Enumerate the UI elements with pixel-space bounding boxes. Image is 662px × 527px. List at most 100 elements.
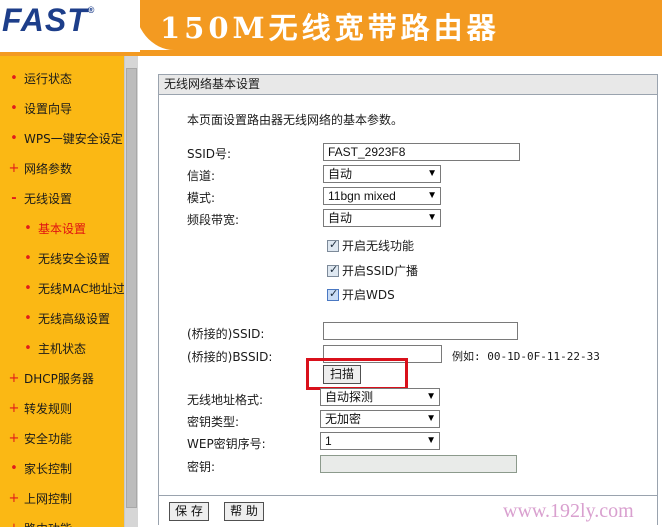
ssid-label: SSID号: [187, 147, 232, 161]
expand-icon: + [8, 400, 20, 416]
enable-ssid-broadcast-checkbox[interactable] [327, 263, 339, 277]
mode-label: 模式: [187, 191, 216, 205]
product-title: 150M无线宽带路由器 [160, 11, 500, 45]
bullet-icon: • [24, 280, 32, 296]
save-button[interactable]: 保 存 [169, 502, 209, 521]
sidebar-item[interactable]: • 无线安全设置 [0, 246, 110, 270]
enable-ssid-broadcast-option[interactable]: 开启SSID广播 [327, 262, 418, 279]
panel-title: 无线网络基本设置 [159, 75, 657, 95]
enable-wds-label: 开启WDS [342, 288, 395, 302]
dropdown-arrow-icon: ▼ [426, 391, 436, 402]
dropdown-arrow-icon: ▼ [427, 168, 437, 179]
sidebar-item[interactable]: • WPS一键安全设定 [0, 126, 123, 150]
sidebar-item[interactable]: - 无线设置 [0, 186, 72, 210]
sidebar-item[interactable]: + 网络参数 [0, 156, 72, 180]
logo-text: FAST® [2, 2, 96, 38]
sidebar-item[interactable]: + 转发规则 [0, 396, 72, 420]
enable-ssid-broadcast-label: 开启SSID广播 [342, 264, 419, 278]
bandwidth-label: 频段带宽: [187, 213, 240, 227]
bullet-icon: • [10, 130, 18, 146]
bridge-bssid-label: (桥接的)BSSID: [187, 350, 273, 364]
key-type-select-value: 无加密 [325, 412, 362, 426]
ssid-input[interactable]: FAST_2923F8 [323, 143, 520, 161]
addr-format-select-value: 自动探测 [325, 390, 374, 404]
enable-wds-option[interactable]: 开启WDS [327, 286, 395, 303]
enable-wireless-label: 开启无线功能 [342, 239, 415, 253]
bandwidth-select[interactable]: 自动 ▼ [323, 209, 441, 227]
sidebar-item-label: 上网控制 [24, 491, 73, 506]
sidebar: • 运行状态 • 设置向导 • WPS一键安全设定 + 网络参数 - 无线设置 • 基本设置 • 无线安全… [0, 56, 124, 527]
bullet-icon: • [24, 220, 32, 236]
key-input[interactable] [320, 455, 517, 473]
wep-index-select-value: 1 [325, 434, 332, 448]
sidebar-item-label: 主机状态 [38, 341, 87, 356]
bullet-icon: • [24, 250, 32, 266]
sidebar-item-label: 无线安全设置 [38, 251, 111, 266]
sidebar-item[interactable]: • 主机状态 [0, 336, 86, 360]
sidebar-item-label: 转发规则 [24, 401, 73, 416]
sidebar-item[interactable]: + 上网控制 [0, 486, 72, 510]
key-type-label: 密钥类型: [187, 415, 240, 429]
bullet-icon: • [10, 100, 18, 116]
bullet-icon: • [24, 310, 32, 326]
sidebar-item-label: 无线设置 [24, 191, 73, 206]
dropdown-arrow-icon: ▼ [427, 190, 437, 201]
scrollbar-thumb[interactable] [126, 68, 137, 508]
header: FAST® 150M无线宽带路由器 [0, 0, 662, 54]
expand-icon: + [8, 370, 20, 386]
logo: FAST® [0, 0, 140, 52]
help-button[interactable]: 帮 助 [224, 502, 264, 521]
sidebar-item[interactable]: • 运行状态 [0, 66, 72, 90]
wep-index-label: WEP密钥序号: [187, 437, 266, 451]
addr-format-label: 无线地址格式: [187, 393, 264, 407]
enable-wireless-option[interactable]: 开启无线功能 [327, 237, 414, 254]
main-content: 无线网络基本设置 本页面设置路由器无线网络的基本参数。 SSID号: FAST_… [138, 56, 662, 527]
expand-icon: + [8, 490, 20, 506]
sidebar-item-label: 网络参数 [24, 161, 73, 176]
key-label: 密钥: [187, 460, 216, 474]
bullet-icon: • [10, 460, 18, 476]
expand-icon: + [8, 521, 20, 527]
bandwidth-select-value: 自动 [328, 211, 353, 225]
sidebar-item-label: WPS一键安全设定 [24, 131, 123, 146]
sidebar-item[interactable]: + 路由功能 [0, 516, 72, 527]
dropdown-arrow-icon: ▼ [427, 212, 437, 223]
sidebar-item[interactable]: + 安全功能 [0, 426, 72, 450]
sidebar-item[interactable]: • 家长控制 [0, 456, 72, 480]
collapse-icon: - [11, 190, 17, 206]
sidebar-item-label: 无线MAC地址过滤 [38, 281, 124, 296]
sidebar-item-label: 安全功能 [24, 431, 73, 446]
sidebar-item[interactable]: + DHCP服务器 [0, 366, 94, 390]
key-type-select[interactable]: 无加密 ▼ [320, 410, 440, 428]
wep-index-select[interactable]: 1 ▼ [320, 432, 440, 450]
dropdown-arrow-icon: ▼ [426, 413, 436, 424]
enable-wds-checkbox[interactable] [327, 287, 339, 301]
sidebar-item-label: DHCP服务器 [24, 371, 94, 386]
sidebar-item-label: 基本设置 [38, 221, 87, 236]
channel-select[interactable]: 自动 ▼ [323, 165, 441, 183]
sidebar-item-label: 设置向导 [24, 101, 73, 116]
watermark: www.192ly.com [503, 500, 634, 522]
sidebar-item-label: 路由功能 [24, 520, 72, 527]
mode-select[interactable]: 11bgn mixed ▼ [323, 187, 441, 205]
sidebar-scrollbar[interactable] [124, 56, 138, 527]
expand-icon: + [8, 430, 20, 446]
bullet-icon: • [10, 70, 18, 86]
channel-label: 信道: [187, 169, 216, 183]
bullet-icon: • [24, 340, 32, 356]
wireless-basic-panel: 无线网络基本设置 本页面设置路由器无线网络的基本参数。 SSID号: FAST_… [158, 74, 658, 525]
sidebar-item-label: 无线高级设置 [38, 311, 111, 326]
bridge-ssid-input[interactable] [323, 322, 518, 340]
expand-icon: + [8, 160, 20, 176]
scan-button[interactable]: 扫描 [323, 365, 361, 384]
sidebar-item[interactable]: • 无线MAC地址过滤 [0, 276, 124, 300]
bssid-example: 例如: 00-1D-0F-11-22-33 [452, 350, 600, 363]
bridge-ssid-label: (桥接的)SSID: [187, 327, 265, 341]
dropdown-arrow-icon: ▼ [426, 435, 436, 446]
sidebar-item[interactable]: • 无线高级设置 [0, 306, 110, 330]
channel-select-value: 自动 [328, 167, 353, 181]
enable-wireless-checkbox[interactable] [327, 238, 339, 252]
sidebar-item[interactable]: • 设置向导 [0, 96, 72, 120]
sidebar-item[interactable]: • 基本设置 [0, 216, 86, 240]
addr-format-select[interactable]: 自动探测 ▼ [320, 388, 440, 406]
